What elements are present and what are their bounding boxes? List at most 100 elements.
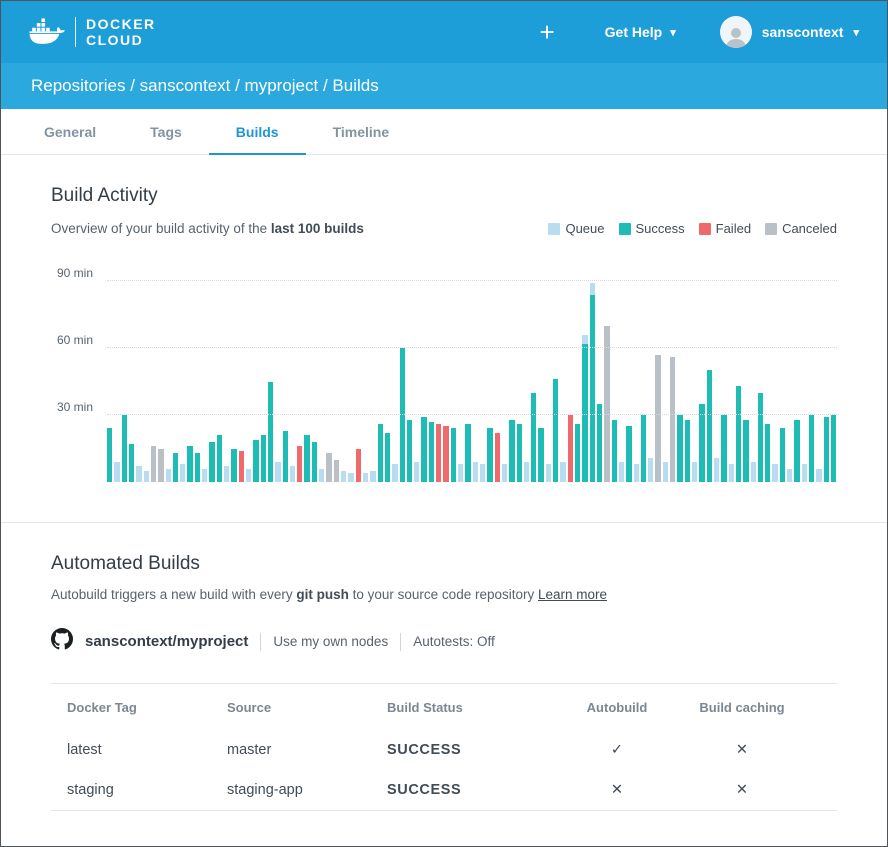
build-bar[interactable] xyxy=(224,466,229,482)
build-bar[interactable] xyxy=(451,428,456,482)
tab-builds[interactable]: Builds xyxy=(209,109,306,155)
build-bar[interactable] xyxy=(151,446,156,482)
get-help-menu[interactable]: Get Help ▾ xyxy=(605,24,676,40)
build-bar[interactable] xyxy=(487,428,492,482)
build-bar[interactable] xyxy=(283,431,288,482)
tab-timeline[interactable]: Timeline xyxy=(306,109,417,155)
build-bar[interactable] xyxy=(612,420,617,483)
build-bar[interactable] xyxy=(158,449,163,483)
build-bar[interactable] xyxy=(509,420,514,483)
build-bar[interactable] xyxy=(772,464,777,482)
build-bar[interactable] xyxy=(626,426,631,482)
build-bar[interactable] xyxy=(831,415,836,482)
build-bar[interactable] xyxy=(641,415,646,482)
build-bar[interactable] xyxy=(166,469,171,482)
build-bar[interactable] xyxy=(765,424,770,482)
build-bar[interactable] xyxy=(502,464,507,482)
build-bar[interactable] xyxy=(560,462,565,482)
build-bar[interactable] xyxy=(202,469,207,482)
build-bar[interactable] xyxy=(356,449,361,483)
build-bar[interactable] xyxy=(802,464,807,482)
build-bar[interactable] xyxy=(751,462,756,482)
build-bar[interactable] xyxy=(743,420,748,483)
build-bar[interactable] xyxy=(195,453,200,482)
build-bar[interactable] xyxy=(107,428,112,482)
build-bar[interactable] xyxy=(246,469,251,482)
build-bar[interactable] xyxy=(326,453,331,482)
build-bar[interactable] xyxy=(429,422,434,482)
build-bar[interactable] xyxy=(312,442,317,482)
build-bar[interactable] xyxy=(582,335,587,482)
build-bar[interactable] xyxy=(568,415,573,482)
build-bar[interactable] xyxy=(122,415,127,482)
build-bar[interactable] xyxy=(685,420,690,483)
build-bar[interactable] xyxy=(378,424,383,482)
build-bar[interactable] xyxy=(729,464,734,482)
build-bar[interactable] xyxy=(736,386,741,482)
tab-general[interactable]: General xyxy=(17,109,123,155)
build-bar[interactable] xyxy=(758,393,763,482)
build-bar[interactable] xyxy=(385,433,390,482)
build-bar[interactable] xyxy=(575,424,580,482)
build-bar[interactable] xyxy=(304,435,309,482)
learn-more-link[interactable]: Learn more xyxy=(538,587,607,602)
build-bar[interactable] xyxy=(714,458,719,483)
build-bar[interactable] xyxy=(209,442,214,482)
build-bar[interactable] xyxy=(231,449,236,483)
build-bar[interactable] xyxy=(824,417,829,482)
build-bar[interactable] xyxy=(261,435,266,482)
breadcrumb[interactable]: Repositories / sanscontext / myproject /… xyxy=(31,76,379,96)
build-bar[interactable] xyxy=(180,464,185,482)
build-bar[interactable] xyxy=(809,415,814,482)
build-bar[interactable] xyxy=(436,424,441,482)
build-bar[interactable] xyxy=(173,453,178,482)
build-bar[interactable] xyxy=(707,370,712,482)
build-bar[interactable] xyxy=(458,464,463,482)
build-bar[interactable] xyxy=(239,451,244,482)
build-bar[interactable] xyxy=(465,424,470,482)
user-menu[interactable]: sanscontext ▾ xyxy=(720,16,859,48)
build-bar[interactable] xyxy=(253,440,258,482)
build-bar[interactable] xyxy=(341,471,346,482)
build-bar[interactable] xyxy=(187,446,192,482)
build-bar[interactable] xyxy=(407,420,412,483)
build-bar[interactable] xyxy=(780,428,785,482)
build-bar[interactable] xyxy=(524,462,529,482)
build-bar[interactable] xyxy=(794,420,799,483)
build-bar[interactable] xyxy=(129,444,134,482)
build-bar[interactable] xyxy=(144,471,149,482)
build-bar[interactable] xyxy=(538,428,543,482)
build-bar[interactable] xyxy=(136,466,141,482)
build-bar[interactable] xyxy=(268,382,273,482)
build-bar[interactable] xyxy=(495,433,500,482)
build-bar[interactable] xyxy=(692,462,697,482)
build-bar[interactable] xyxy=(319,469,324,482)
build-bar[interactable] xyxy=(655,355,660,482)
build-bar[interactable] xyxy=(414,462,419,482)
build-bar[interactable] xyxy=(480,464,485,482)
build-bar[interactable] xyxy=(553,379,558,482)
build-bar[interactable] xyxy=(290,466,295,482)
build-bar[interactable] xyxy=(663,462,668,482)
build-bar[interactable] xyxy=(275,462,280,482)
build-bar[interactable] xyxy=(590,283,595,482)
build-bar[interactable] xyxy=(619,462,624,482)
build-bar[interactable] xyxy=(473,462,478,482)
build-bar[interactable] xyxy=(670,357,675,482)
build-bar[interactable] xyxy=(363,473,368,482)
build-bar[interactable] xyxy=(114,462,119,482)
tab-tags[interactable]: Tags xyxy=(123,109,209,155)
build-bar[interactable] xyxy=(604,326,609,482)
build-bar[interactable] xyxy=(677,415,682,482)
build-bar[interactable] xyxy=(531,393,536,482)
create-plus-button[interactable]: + xyxy=(533,19,560,45)
build-bar[interactable] xyxy=(597,404,602,482)
build-bar[interactable] xyxy=(517,424,522,482)
build-status-link[interactable]: SUCCESS xyxy=(387,782,567,798)
build-status-link[interactable]: SUCCESS xyxy=(387,742,567,758)
docker-cloud-logo[interactable]: DOCKER CLOUD xyxy=(29,16,156,48)
build-bar[interactable] xyxy=(334,460,339,482)
build-bar[interactable] xyxy=(699,404,704,482)
build-bar[interactable] xyxy=(297,446,302,482)
build-bar[interactable] xyxy=(787,469,792,482)
